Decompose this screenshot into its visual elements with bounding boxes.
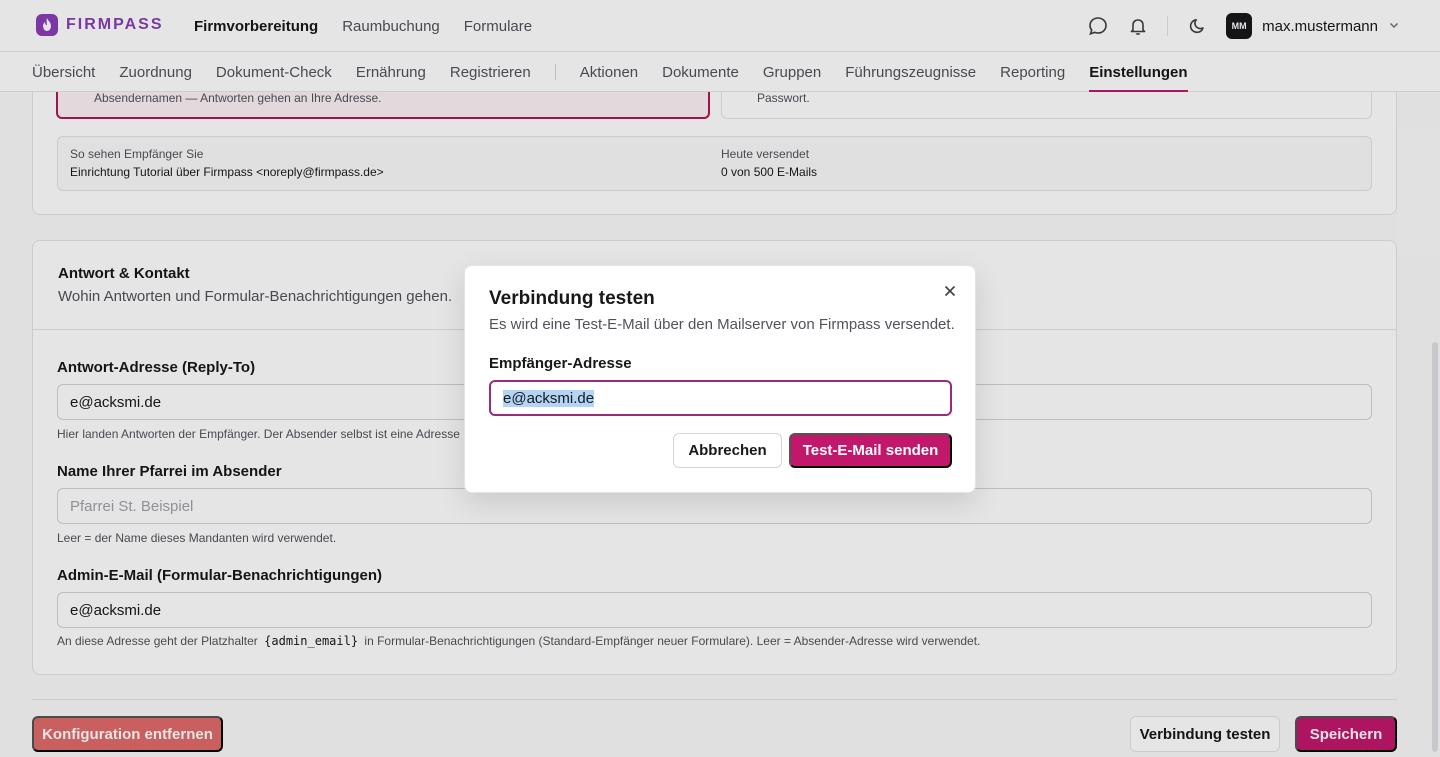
recipient-input-value: e@acksmi.de — [503, 389, 595, 407]
cancel-button[interactable]: Abbrechen — [673, 433, 782, 468]
recipient-label: Empfänger-Adresse — [489, 355, 632, 372]
dialog-title: Verbindung testen — [489, 288, 655, 309]
close-icon[interactable] — [941, 282, 959, 300]
recipient-input[interactable]: e@acksmi.de — [489, 380, 952, 416]
send-test-email-button[interactable]: Test-E-Mail senden — [789, 433, 952, 468]
dialog-description: Es wird eine Test-E-Mail über den Mailse… — [489, 316, 955, 333]
scrollbar[interactable] — [1432, 342, 1438, 752]
test-connection-dialog: Verbindung testen Es wird eine Test-E-Ma… — [464, 265, 976, 493]
